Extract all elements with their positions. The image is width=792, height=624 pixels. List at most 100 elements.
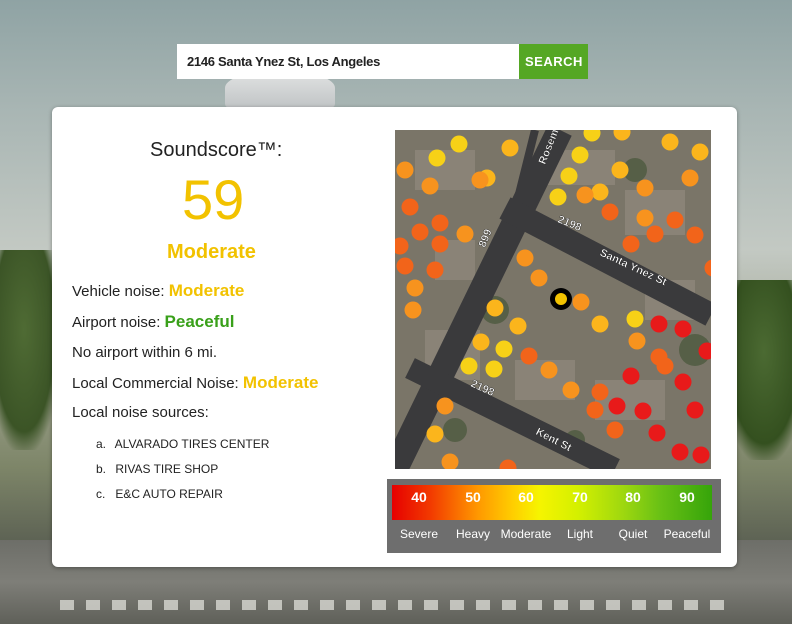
- noise-dot: [576, 186, 594, 204]
- background-trees-left: [0, 250, 60, 450]
- noise-map[interactable]: Rosem 2198 Santa Ynez St 899 2198 Kent S…: [395, 130, 711, 469]
- noise-dot: [691, 143, 709, 161]
- noise-dot: [428, 149, 446, 167]
- noise-dot: [571, 146, 589, 164]
- noise-dot: [560, 167, 578, 185]
- legend-label: Light: [566, 527, 594, 541]
- noise-dot: [450, 135, 468, 153]
- legend-label: Heavy: [455, 527, 490, 541]
- noise-dot: [628, 332, 646, 350]
- noise-dot: [396, 161, 414, 179]
- legend-value: 50: [465, 489, 481, 505]
- noise-dot: [674, 373, 692, 391]
- noise-dot: [606, 421, 624, 439]
- noise-source-item: a. ALVARADO TIRES CENTER: [96, 437, 270, 451]
- noise-dot: [591, 383, 609, 401]
- noise-dot: [636, 179, 654, 197]
- noise-dot: [401, 198, 419, 216]
- noise-dot: [671, 443, 689, 461]
- noise-dot: [608, 397, 626, 415]
- noise-legend-gradient: [392, 485, 712, 520]
- noise-dot: [495, 340, 513, 358]
- noise-source-item: c. E&C AUTO REPAIR: [96, 487, 223, 501]
- noise-dot: [501, 139, 519, 157]
- airport-noise-value: Peaceful: [164, 312, 235, 331]
- noise-legend: 40 50 60 70 80 90 Severe Heavy Moderate …: [387, 479, 721, 553]
- location-marker-icon: [555, 293, 567, 305]
- commercial-noise-label: Local Commercial Noise:: [72, 375, 239, 392]
- legend-label: Severe: [399, 527, 439, 541]
- noise-dot: [648, 424, 666, 442]
- noise-dot: [456, 225, 474, 243]
- noise-sources-list: a. ALVARADO TIRES CENTER b. RIVAS TIRE S…: [96, 432, 269, 507]
- noise-dot: [622, 367, 640, 385]
- noise-dot: [634, 402, 652, 420]
- noise-dot: [591, 315, 609, 333]
- noise-dot: [426, 425, 444, 443]
- noise-dot: [509, 317, 527, 335]
- noise-dot: [562, 381, 580, 399]
- noise-dot: [650, 315, 668, 333]
- vehicle-noise-row: Vehicle noise: Moderate: [72, 281, 244, 301]
- soundscore-card: Soundscore™: 59 Moderate Vehicle noise: …: [52, 107, 737, 567]
- soundscore-level: Moderate: [167, 241, 256, 263]
- noise-dot: [601, 203, 619, 221]
- noise-map-svg: Rosem 2198 Santa Ynez St 899 2198 Kent S…: [395, 130, 711, 469]
- address-search-input[interactable]: [177, 44, 519, 79]
- noise-dot: [411, 223, 429, 241]
- soundscore-title: Soundscore™:: [150, 139, 283, 161]
- legend-value: 80: [625, 489, 641, 505]
- noise-dot: [656, 357, 674, 375]
- noise-dot: [471, 171, 489, 189]
- search-button[interactable]: SEARCH: [519, 44, 588, 79]
- noise-dot: [486, 299, 504, 317]
- noise-dot: [460, 357, 478, 375]
- noise-dot: [431, 214, 449, 232]
- noise-sources-label: Local noise sources:: [72, 404, 209, 421]
- noise-dot: [646, 225, 664, 243]
- airport-noise-label: Airport noise:: [72, 314, 161, 331]
- noise-dot: [622, 235, 640, 253]
- noise-dot: [396, 257, 414, 275]
- noise-dot: [516, 249, 534, 267]
- address-search-bar: SEARCH: [177, 44, 588, 79]
- noise-dot: [406, 279, 424, 297]
- commercial-noise-value: Moderate: [242, 373, 319, 392]
- vehicle-noise-label: Vehicle noise:: [72, 283, 165, 300]
- noise-dot: [572, 293, 590, 311]
- commercial-noise-row: Local Commercial Noise: Moderate: [72, 373, 318, 393]
- runway-markings: [60, 600, 732, 610]
- noise-dot: [530, 269, 548, 287]
- noise-dot: [636, 209, 654, 227]
- noise-dot: [421, 177, 439, 195]
- legend-label: Moderate: [500, 527, 552, 541]
- airport-distance-note: No airport within 6 mi.: [72, 344, 218, 361]
- legend-label: Quiet: [618, 527, 648, 541]
- vehicle-noise-value: Moderate: [168, 281, 245, 300]
- noise-dot: [661, 133, 679, 151]
- noise-dot: [674, 320, 692, 338]
- noise-dot: [436, 397, 454, 415]
- noise-dot: [404, 301, 422, 319]
- noise-dot: [686, 401, 704, 419]
- noise-dot: [626, 310, 644, 328]
- noise-dot: [681, 169, 699, 187]
- noise-dot: [549, 188, 567, 206]
- noise-dot: [472, 333, 490, 351]
- legend-value: 70: [572, 489, 588, 505]
- noise-dot: [686, 226, 704, 244]
- noise-dot: [520, 347, 538, 365]
- airport-noise-row: Airport noise: Peaceful: [72, 312, 234, 332]
- noise-dot: [540, 361, 558, 379]
- noise-dot: [692, 446, 710, 464]
- legend-value: 40: [411, 489, 427, 505]
- noise-dot: [591, 183, 609, 201]
- noise-dot: [586, 401, 604, 419]
- noise-dot: [431, 235, 449, 253]
- soundscore-value: 59: [182, 168, 245, 231]
- legend-value: 60: [518, 489, 534, 505]
- noise-source-item: b. RIVAS TIRE SHOP: [96, 462, 219, 476]
- legend-value: 90: [679, 489, 695, 505]
- noise-dot: [666, 211, 684, 229]
- noise-dot: [485, 360, 503, 378]
